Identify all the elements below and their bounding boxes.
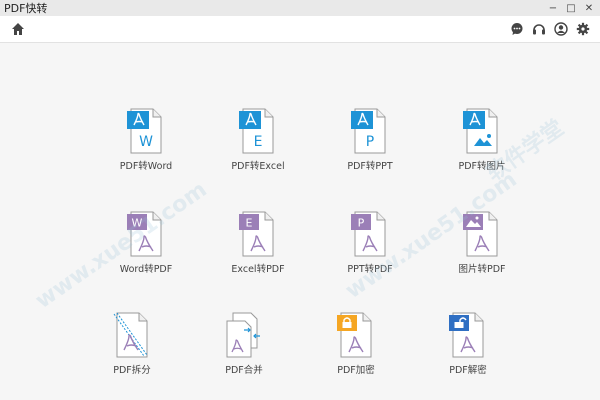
pdf-merge-icon — [226, 312, 260, 358]
minimize-button[interactable]: − — [544, 0, 562, 16]
tile-pdf-to-excel[interactable]: E PDF转Excel — [208, 108, 308, 188]
tile-pdf-merge[interactable]: PDF合并 — [194, 312, 294, 392]
tile-image-to-pdf[interactable]: 图片转PDF — [432, 211, 532, 291]
title-bar: PDF快转 − □ ✕ — [0, 0, 600, 16]
svg-text:W: W — [139, 134, 153, 150]
pdf-to-ppt-icon: P — [351, 108, 386, 154]
tile-pdf-to-word[interactable]: W PDF转Word — [96, 108, 196, 188]
tile-label: PPT转PDF — [347, 264, 393, 275]
account-button[interactable] — [552, 20, 570, 38]
chat-icon — [511, 23, 523, 35]
pdf-split-icon — [113, 312, 148, 358]
home-button[interactable] — [9, 20, 27, 38]
tile-label: Excel转PDF — [231, 264, 285, 275]
tool-grid: W PDF转Word E PDF转Excel P PDF转PPT PDF转图片 … — [0, 43, 600, 400]
window-controls: − □ ✕ — [544, 0, 598, 16]
close-button[interactable]: ✕ — [580, 0, 598, 16]
svg-text:E: E — [246, 217, 253, 230]
word-to-pdf-icon: W — [127, 211, 162, 257]
tile-ppt-to-pdf[interactable]: P PPT转PDF — [320, 211, 420, 291]
excel-to-pdf-icon: E — [239, 211, 274, 257]
tile-label: PDF拆分 — [113, 365, 151, 376]
tile-word-to-pdf[interactable]: W Word转PDF — [96, 211, 196, 291]
svg-text:E: E — [254, 134, 263, 150]
tile-excel-to-pdf[interactable]: E Excel转PDF — [208, 211, 308, 291]
chat-button[interactable] — [508, 20, 526, 38]
tile-label: 图片转PDF — [458, 264, 506, 275]
pdf-decrypt-icon — [449, 312, 484, 358]
svg-text:W: W — [132, 217, 143, 230]
pdf-to-word-icon: W — [127, 108, 162, 154]
image-to-pdf-icon — [463, 211, 498, 257]
home-icon — [12, 23, 24, 35]
tile-pdf-split[interactable]: PDF拆分 — [82, 312, 182, 392]
tile-label: PDF解密 — [449, 365, 487, 376]
tile-pdf-decrypt[interactable]: PDF解密 — [418, 312, 518, 392]
ppt-to-pdf-icon: P — [351, 211, 386, 257]
toolbar — [0, 16, 600, 43]
headset-icon — [533, 24, 545, 35]
tile-label: PDF合并 — [225, 365, 263, 376]
tile-label: PDF转PPT — [347, 161, 393, 172]
tile-label: PDF加密 — [337, 365, 375, 376]
app-title: PDF快转 — [4, 2, 48, 15]
gear-icon — [576, 22, 590, 36]
svg-text:P: P — [366, 134, 374, 150]
svg-text:P: P — [358, 217, 365, 230]
settings-button[interactable] — [574, 20, 592, 38]
user-icon — [554, 22, 568, 36]
tile-pdf-to-image[interactable]: PDF转图片 — [432, 108, 532, 188]
tile-pdf-to-ppt[interactable]: P PDF转PPT — [320, 108, 420, 188]
tile-pdf-encrypt[interactable]: PDF加密 — [306, 312, 406, 392]
pdf-to-image-icon — [463, 108, 498, 154]
pdf-to-excel-icon: E — [239, 108, 274, 154]
pdf-encrypt-icon — [337, 312, 372, 358]
tile-label: Word转PDF — [119, 264, 173, 275]
tile-label: PDF转Excel — [231, 161, 285, 172]
support-button[interactable] — [530, 20, 548, 38]
tile-label: PDF转Word — [119, 161, 173, 172]
maximize-button[interactable]: □ — [562, 0, 580, 16]
tile-label: PDF转图片 — [458, 161, 506, 172]
toolbar-right — [508, 20, 592, 38]
